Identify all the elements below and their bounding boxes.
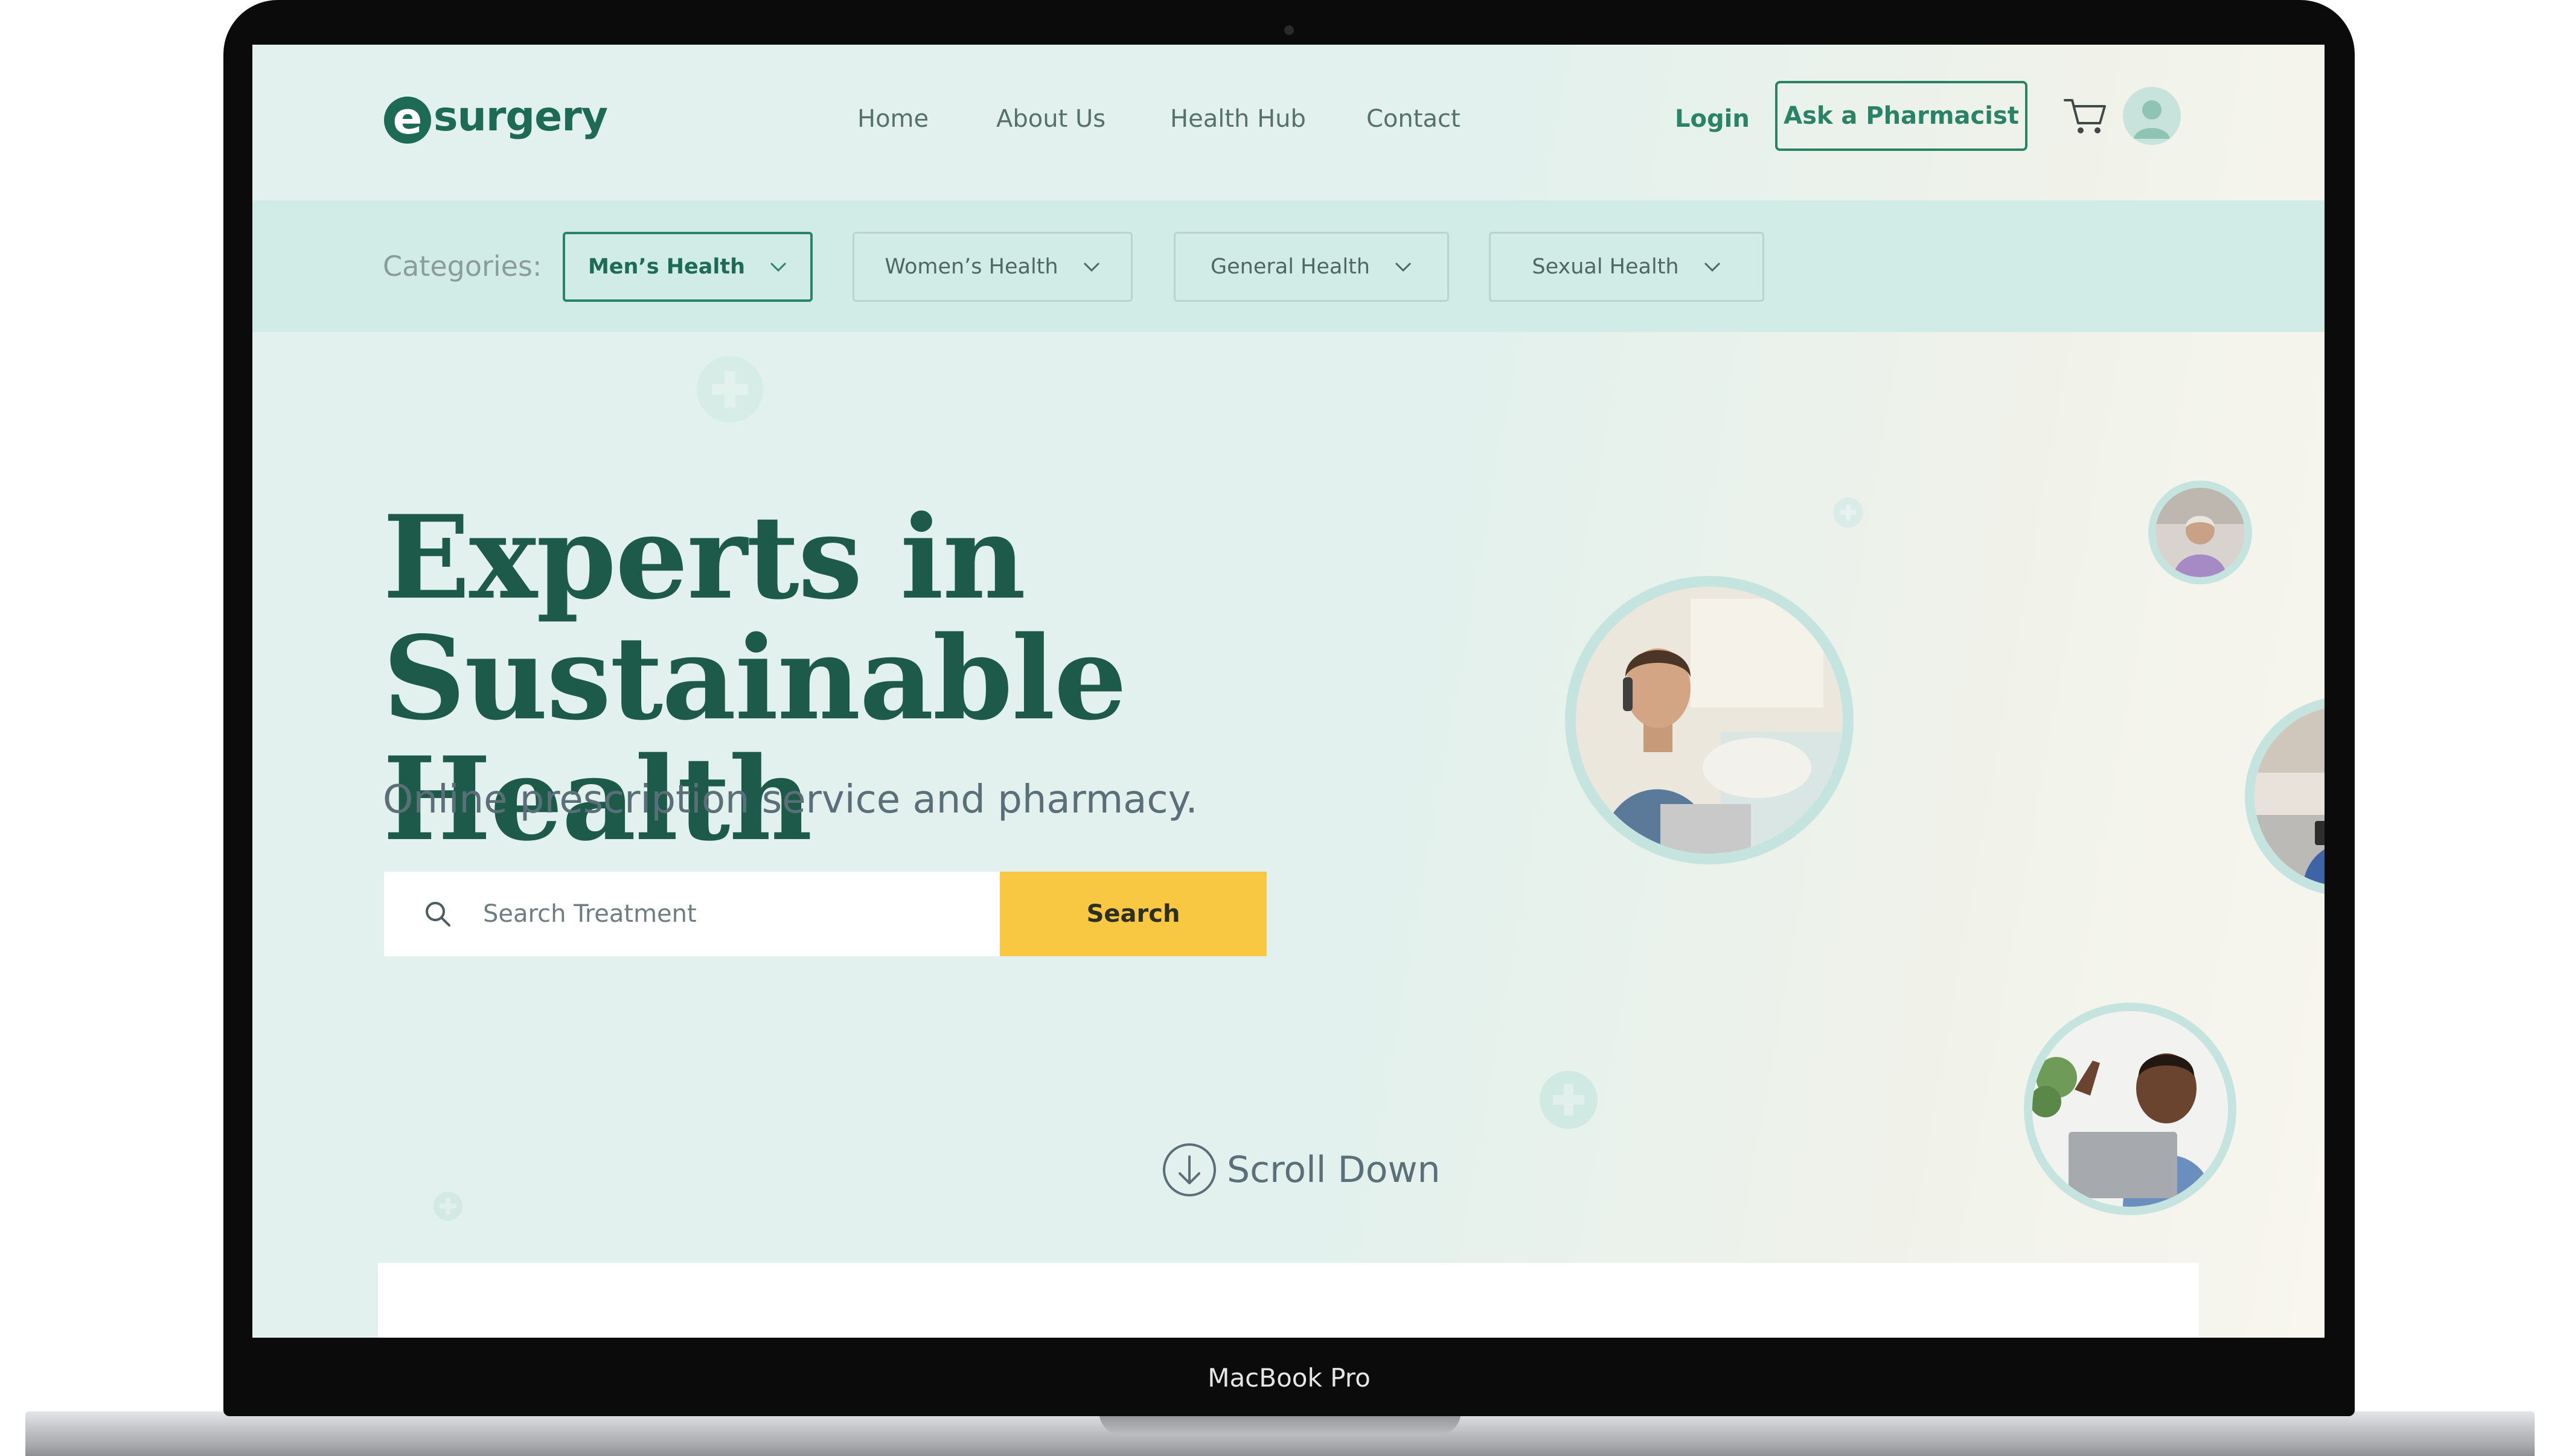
hero-subtitle: Online prescription service and pharmacy… xyxy=(383,777,1198,822)
categories-bar: Categories: Men’s Health Women’s Health … xyxy=(252,200,2325,332)
category-label: Men’s Health xyxy=(587,255,746,279)
plus-decoration-icon xyxy=(434,1192,462,1221)
scroll-down-label: Scroll Down xyxy=(1227,1149,1441,1191)
hero-title-line-1: Experts in xyxy=(383,490,1026,625)
hero-photo-man-phone xyxy=(1565,576,1854,864)
device-label: MacBook Pro xyxy=(1208,1363,1371,1393)
search-icon xyxy=(426,902,450,927)
website-screen: e surgery Home About Us Health Hub Conta… xyxy=(252,45,2325,1338)
plus-decoration-icon xyxy=(1833,497,1863,528)
nav-contact[interactable]: Contact xyxy=(1366,105,1461,133)
nav-about-us[interactable]: About Us xyxy=(996,105,1106,133)
chevron-down-icon xyxy=(1395,262,1412,272)
user-avatar-icon[interactable] xyxy=(2123,87,2181,145)
scroll-down-arrow-icon xyxy=(1163,1143,1216,1196)
nav-home[interactable]: Home xyxy=(857,105,929,133)
logo[interactable]: e surgery xyxy=(384,83,608,150)
plus-decoration-icon xyxy=(1540,1071,1598,1129)
hero-photo-woman-couch xyxy=(2245,697,2325,896)
category-label: Sexual Health xyxy=(1532,255,1679,279)
category-sexual-health[interactable]: Sexual Health xyxy=(1489,232,1764,302)
category-mens-health[interactable]: Men’s Health xyxy=(563,232,813,302)
login-link[interactable]: Login xyxy=(1675,105,1750,133)
nav-health-hub[interactable]: Health Hub xyxy=(1170,105,1306,133)
ask-pharmacist-button[interactable]: Ask a Pharmacist xyxy=(1775,81,2027,151)
navbar: e surgery Home About Us Health Hub Conta… xyxy=(252,45,2325,200)
plus-decoration-icon xyxy=(697,356,763,423)
logo-text: surgery xyxy=(434,92,608,141)
cart-icon[interactable] xyxy=(2061,92,2110,140)
category-label: Women’s Health xyxy=(885,255,1058,279)
camera xyxy=(1284,25,1294,35)
search-box xyxy=(384,872,1000,956)
chevron-down-icon xyxy=(1083,262,1099,272)
chevron-down-icon xyxy=(1704,262,1720,272)
chevron-down-icon xyxy=(770,262,787,272)
content-card xyxy=(378,1263,2199,1338)
categories-label: Categories: xyxy=(383,250,542,283)
hero-title-line-2: Sustainable Health xyxy=(383,611,1127,866)
scroll-down[interactable]: Scroll Down xyxy=(1162,1142,1441,1198)
category-label: General Health xyxy=(1211,255,1370,279)
category-womens-health[interactable]: Women’s Health xyxy=(853,232,1133,302)
search-input[interactable] xyxy=(482,899,979,928)
hero-photo-man-laptop xyxy=(2024,1003,2236,1215)
category-general-health[interactable]: General Health xyxy=(1174,232,1449,302)
search-button[interactable]: Search xyxy=(1000,872,1267,956)
hero-photo-woman-small xyxy=(2148,481,2252,584)
logo-mark: e xyxy=(384,97,431,144)
